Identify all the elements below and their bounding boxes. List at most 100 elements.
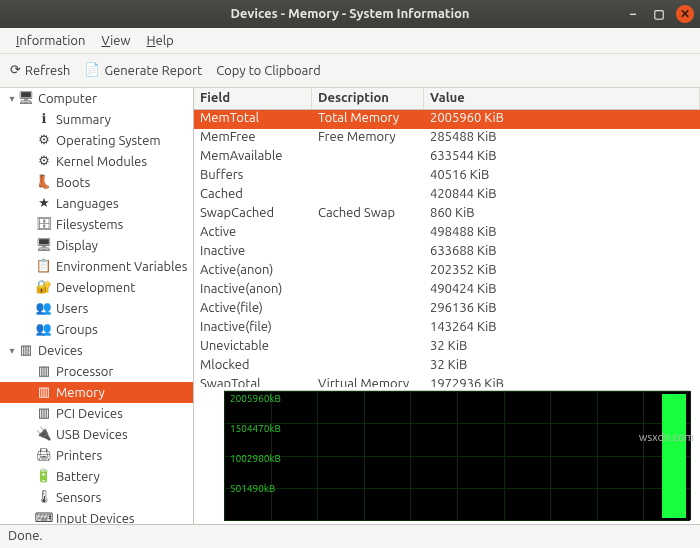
tree-filesystems-icon: 🗄 (36, 217, 52, 233)
table-row[interactable]: Inactive633688 KiB (194, 243, 700, 262)
table-row[interactable]: Cached420844 KiB (194, 186, 700, 205)
tree-summary[interactable]: ℹSummary (0, 109, 193, 130)
tree-os[interactable]: ⚙Operating System (0, 130, 193, 151)
table-row[interactable]: Active(anon)202352 KiB (194, 262, 700, 281)
graph-axis-label: 501490kB (230, 483, 275, 494)
table-row[interactable]: MemAvailable633544 KiB (194, 148, 700, 167)
table-row[interactable]: Unevictable32 KiB (194, 338, 700, 357)
tree-sensors[interactable]: 🌡 Sensors (0, 487, 193, 508)
cell-value: 32 KiB (424, 357, 700, 376)
cell-description (312, 186, 424, 205)
cell-value: 498488 KiB (424, 224, 700, 243)
table-row[interactable]: Buffers 40516 KiB (194, 167, 700, 186)
tree-users-icon: 👥 (36, 301, 52, 317)
close-button[interactable]: ✕ (676, 5, 694, 23)
grid-line (317, 391, 318, 520)
cell-description: Virtual Memory (312, 376, 424, 387)
table-row[interactable]: SwapTotalVirtual Memory1972936 KiB (194, 376, 700, 387)
cell-field: Buffers (194, 167, 312, 186)
tree-item-label: Languages (56, 197, 119, 211)
window-title: Devices - Memory - System Information (230, 7, 469, 21)
tree-item-label: Sensors (56, 491, 101, 505)
table-row[interactable]: SwapCachedCached Swap860 KiB (194, 205, 700, 224)
tree-usb-devices[interactable]: 🔌USB Devices (0, 424, 193, 445)
table-row[interactable]: Active(file)296136 KiB (194, 300, 700, 319)
cell-description (312, 281, 424, 300)
column-value[interactable]: Value (424, 88, 700, 109)
tree-item-label: Display (56, 239, 98, 253)
cell-value: 633688 KiB (424, 243, 700, 262)
tree-computer[interactable]: ▾🖥Computer (0, 88, 193, 109)
tree-item-label: Battery (56, 470, 100, 484)
tree-memory[interactable]: ▥Memory (0, 382, 193, 403)
tree-devices[interactable]: ▾▥Devices (0, 340, 193, 361)
tree-printers[interactable]: 🖨Printers (0, 445, 193, 466)
tree-item-label: Environment Variables (56, 260, 187, 274)
main-pane: Field Description Value MemTotalTotal Me… (194, 88, 700, 524)
menu-help[interactable]: Help (141, 31, 180, 51)
document-icon: 📄 (84, 63, 100, 78)
column-field[interactable]: Field (194, 88, 312, 109)
cell-field: MemTotal (194, 110, 312, 129)
table-header: Field Description Value (194, 88, 700, 110)
tree-input-devices[interactable]: ⌨Input Devices (0, 508, 193, 524)
statusbar: Done. (0, 524, 700, 546)
window-controls: – ▢ ✕ (624, 5, 694, 23)
tree-sensors-icon: 🌡 (36, 490, 52, 506)
tree-item-label: USB Devices (56, 428, 128, 442)
table-row[interactable]: MemFreeFree Memory285488 KiB (194, 129, 700, 148)
tree-item-label: Input Devices (56, 512, 135, 525)
tree-groups-icon: 👥 (36, 322, 52, 338)
table-row[interactable]: Inactive(anon)490424 KiB (194, 281, 700, 300)
graph-bar (662, 394, 686, 518)
refresh-button[interactable]: ⟳ Refresh (10, 63, 70, 78)
menu-information[interactable]: Information (10, 31, 91, 51)
cell-description (312, 243, 424, 262)
cell-field: Inactive(anon) (194, 281, 312, 300)
cell-field: Active(anon) (194, 262, 312, 281)
tree-env-vars[interactable]: 📋Environment Variables (0, 256, 193, 277)
cell-field: SwapTotal (194, 376, 312, 387)
tree-pci-devices[interactable]: ▥PCI Devices (0, 403, 193, 424)
sidebar-tree[interactable]: ▾🖥ComputerℹSummary⚙Operating System⚙Kern… (0, 88, 194, 524)
tree-battery[interactable]: 🔋Battery (0, 466, 193, 487)
graph-axis-label: 1002980kB (230, 453, 281, 464)
tree-item-label: Printers (56, 449, 102, 463)
tree-os-icon: ⚙ (36, 133, 52, 149)
toolbar: ⟳ Refresh 📄 Generate Report Copy to Clip… (0, 54, 700, 88)
tree-development[interactable]: 🔐Development (0, 277, 193, 298)
copy-clipboard-button[interactable]: Copy to Clipboard (216, 64, 321, 78)
graph-axis-label: 1504470kB (230, 423, 281, 434)
table-row[interactable]: Mlocked 32 KiB (194, 357, 700, 376)
table-body: MemTotalTotal Memory2005960 KiBMemFreeFr… (194, 110, 700, 387)
tree-filesystems[interactable]: 🗄 Filesystems (0, 214, 193, 235)
tree-kernel-modules[interactable]: ⚙Kernel Modules (0, 151, 193, 172)
column-description[interactable]: Description (312, 88, 424, 109)
cell-value: 40516 KiB (424, 167, 700, 186)
table-row[interactable]: Inactive(file)143264 KiB (194, 319, 700, 338)
grid-line (224, 391, 225, 520)
menu-view[interactable]: View (95, 31, 136, 51)
grid-line (224, 520, 690, 521)
tree-display[interactable]: 🖥Display (0, 235, 193, 256)
tree-groups[interactable]: 👥Groups (0, 319, 193, 340)
tree-boots[interactable]: 👢Boots (0, 172, 193, 193)
table-row[interactable]: MemTotalTotal Memory2005960 KiB (194, 110, 700, 129)
tree-item-label: Filesystems (56, 218, 123, 232)
tree-item-label: Devices (38, 344, 83, 358)
cell-field: Unevictable (194, 338, 312, 357)
refresh-label: Refresh (25, 64, 70, 78)
generate-report-button[interactable]: 📄 Generate Report (84, 63, 202, 78)
maximize-button[interactable]: ▢ (650, 5, 668, 23)
table-row[interactable]: Active498488 KiB (194, 224, 700, 243)
tree-processor[interactable]: ▥Processor (0, 361, 193, 382)
tree-item-label: Computer (38, 92, 97, 106)
tree-item-label: PCI Devices (56, 407, 123, 421)
watermark: wsxdn.com (639, 432, 694, 444)
tree-summary-icon: ℹ (36, 112, 52, 128)
tree-users[interactable]: 👥Users (0, 298, 193, 319)
minimize-button[interactable]: – (624, 5, 642, 23)
tree-languages[interactable]: ★Languages (0, 193, 193, 214)
cell-field: Mlocked (194, 357, 312, 376)
grid-line (690, 391, 691, 520)
